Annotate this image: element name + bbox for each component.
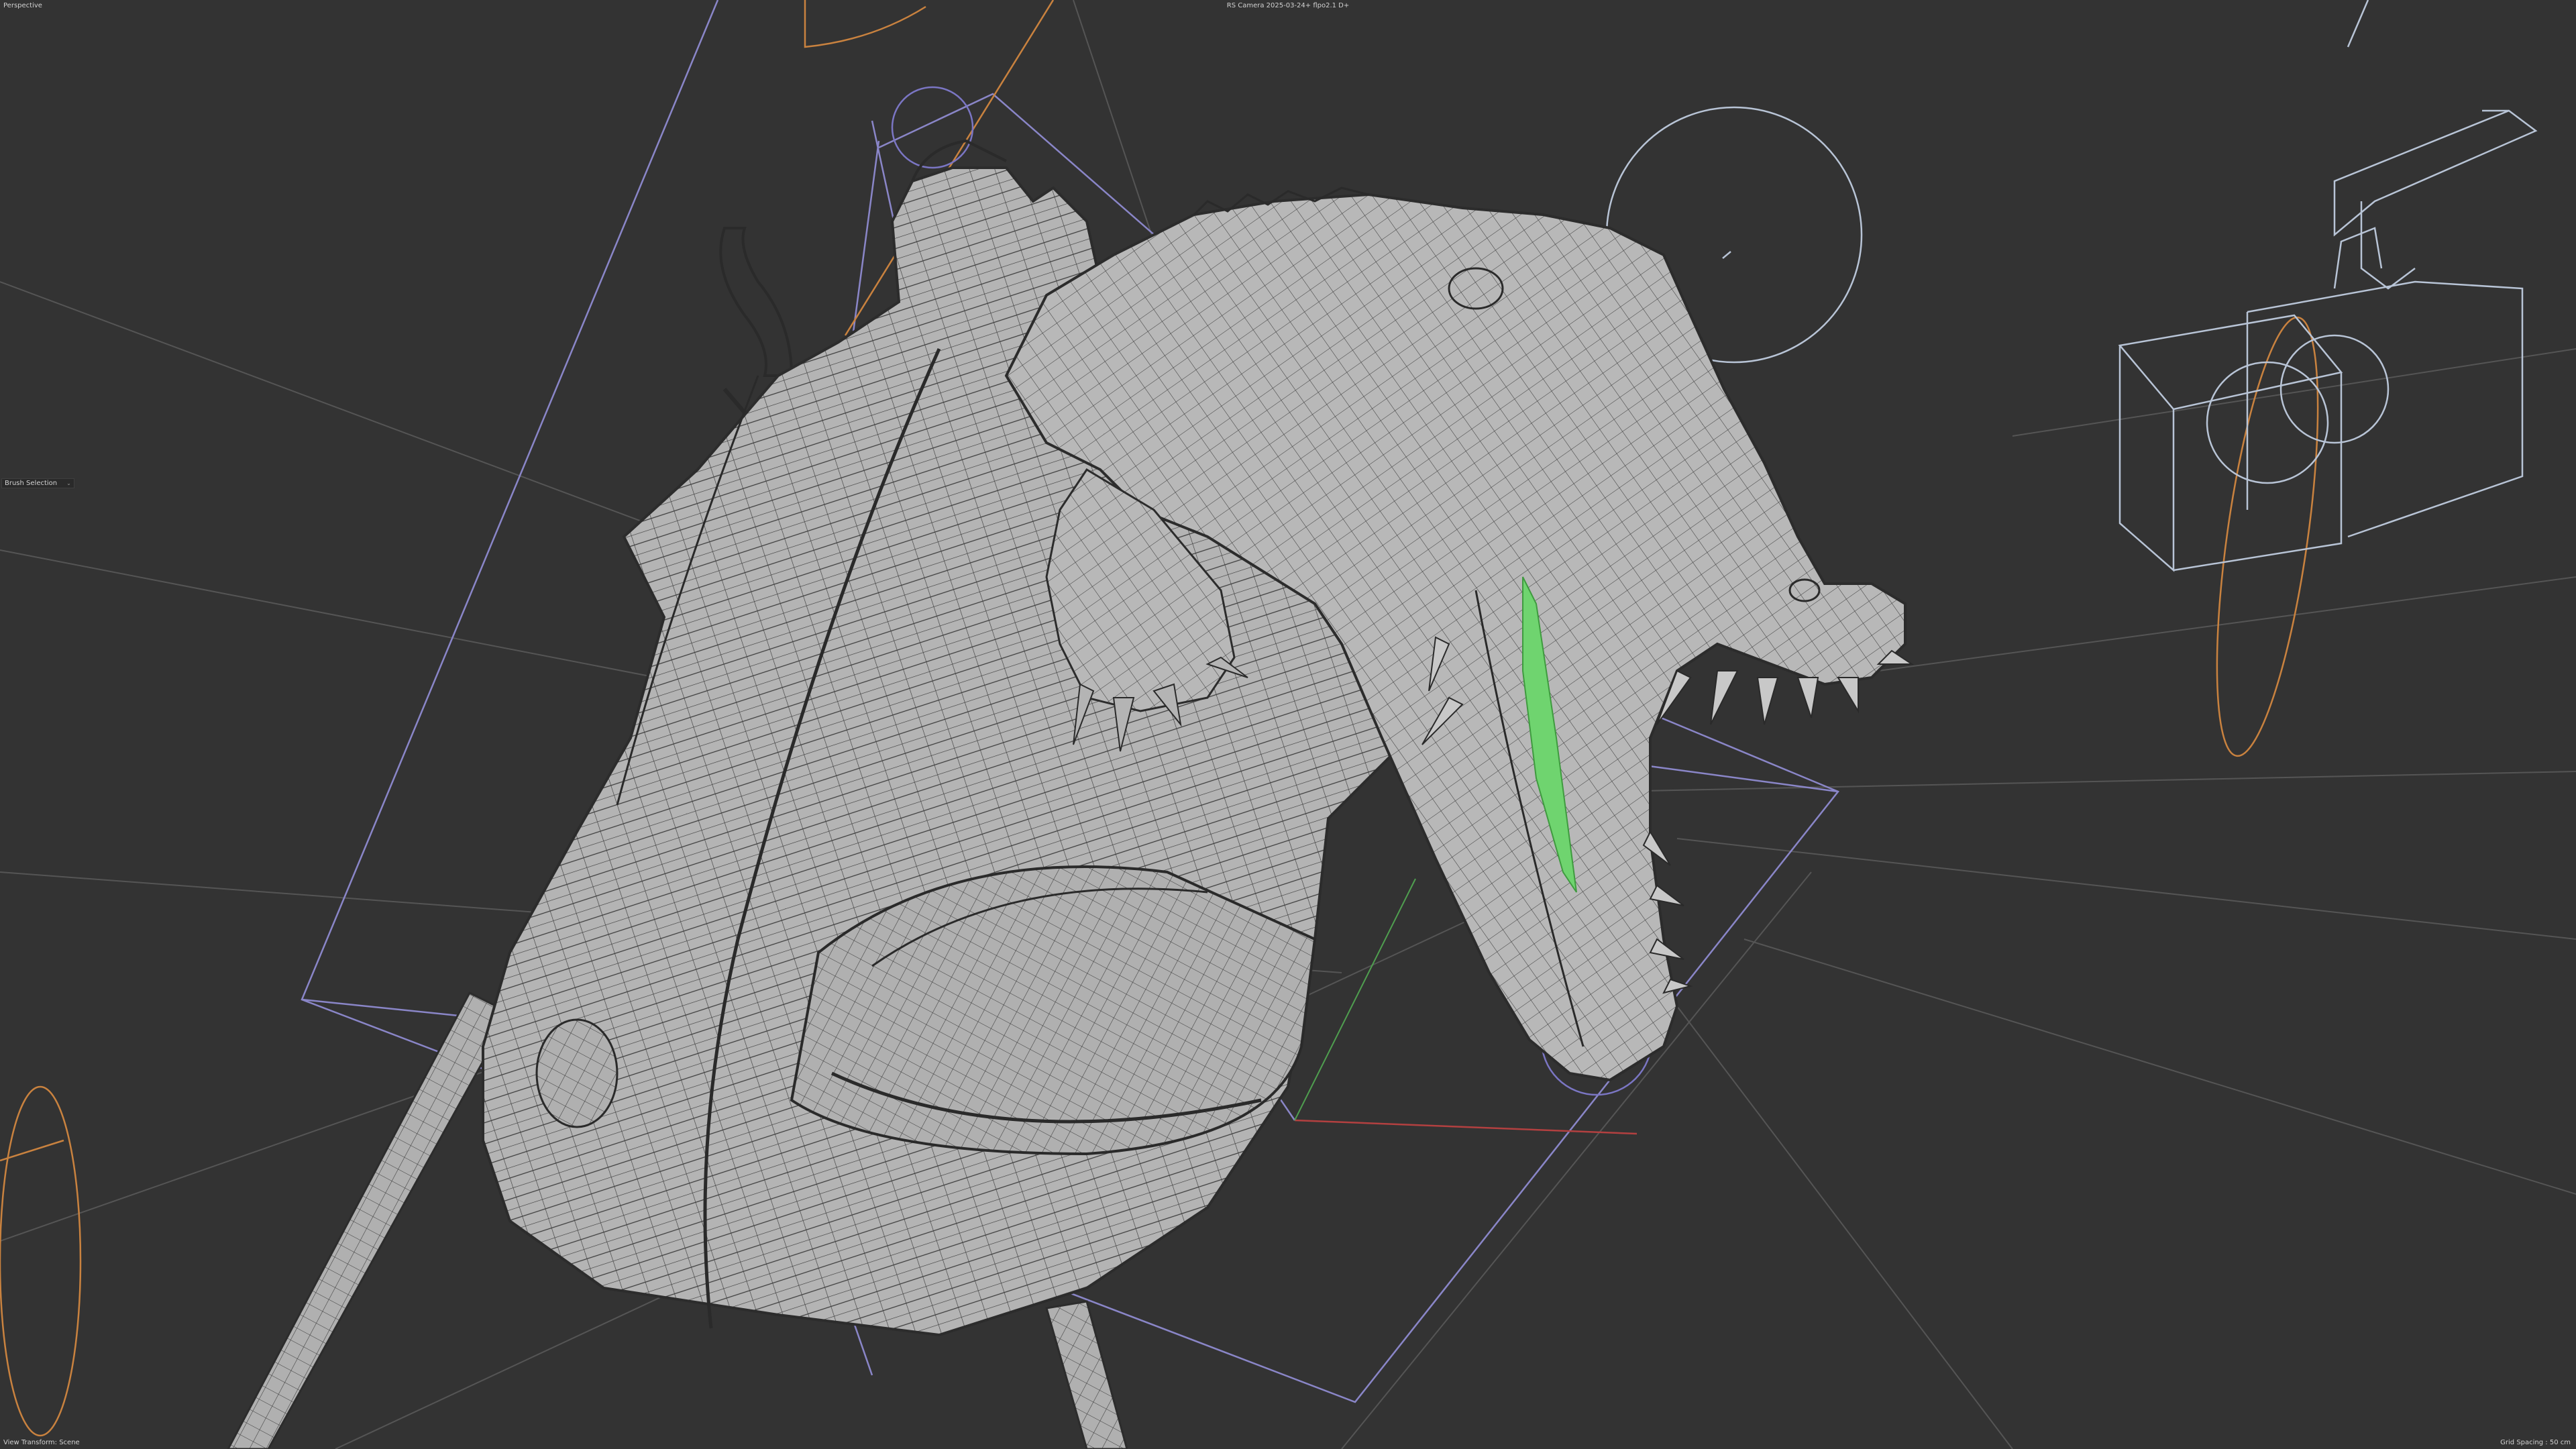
- axis-x: [1294, 1119, 1638, 1135]
- grid-spacing-label: Grid Spacing : 50 cm: [2500, 1439, 2571, 1446]
- 3d-viewport[interactable]: Perspective RS Camera 2025-03-24+ flpo2.…: [0, 0, 2576, 1449]
- brush-selection-label: Brush Selection: [5, 480, 58, 487]
- viewport-canvas[interactable]: [0, 0, 2576, 1449]
- camera-name-label[interactable]: RS Camera 2025-03-24+ flpo2.1 D+: [0, 2, 2576, 10]
- camera-icon: [2118, 0, 2538, 572]
- chevron-down-icon: ⌄: [66, 480, 71, 486]
- brush-selection-dropdown[interactable]: Brush Selection ⌄: [1, 478, 74, 488]
- view-transform-label: View Transform: Scene: [3, 1439, 80, 1446]
